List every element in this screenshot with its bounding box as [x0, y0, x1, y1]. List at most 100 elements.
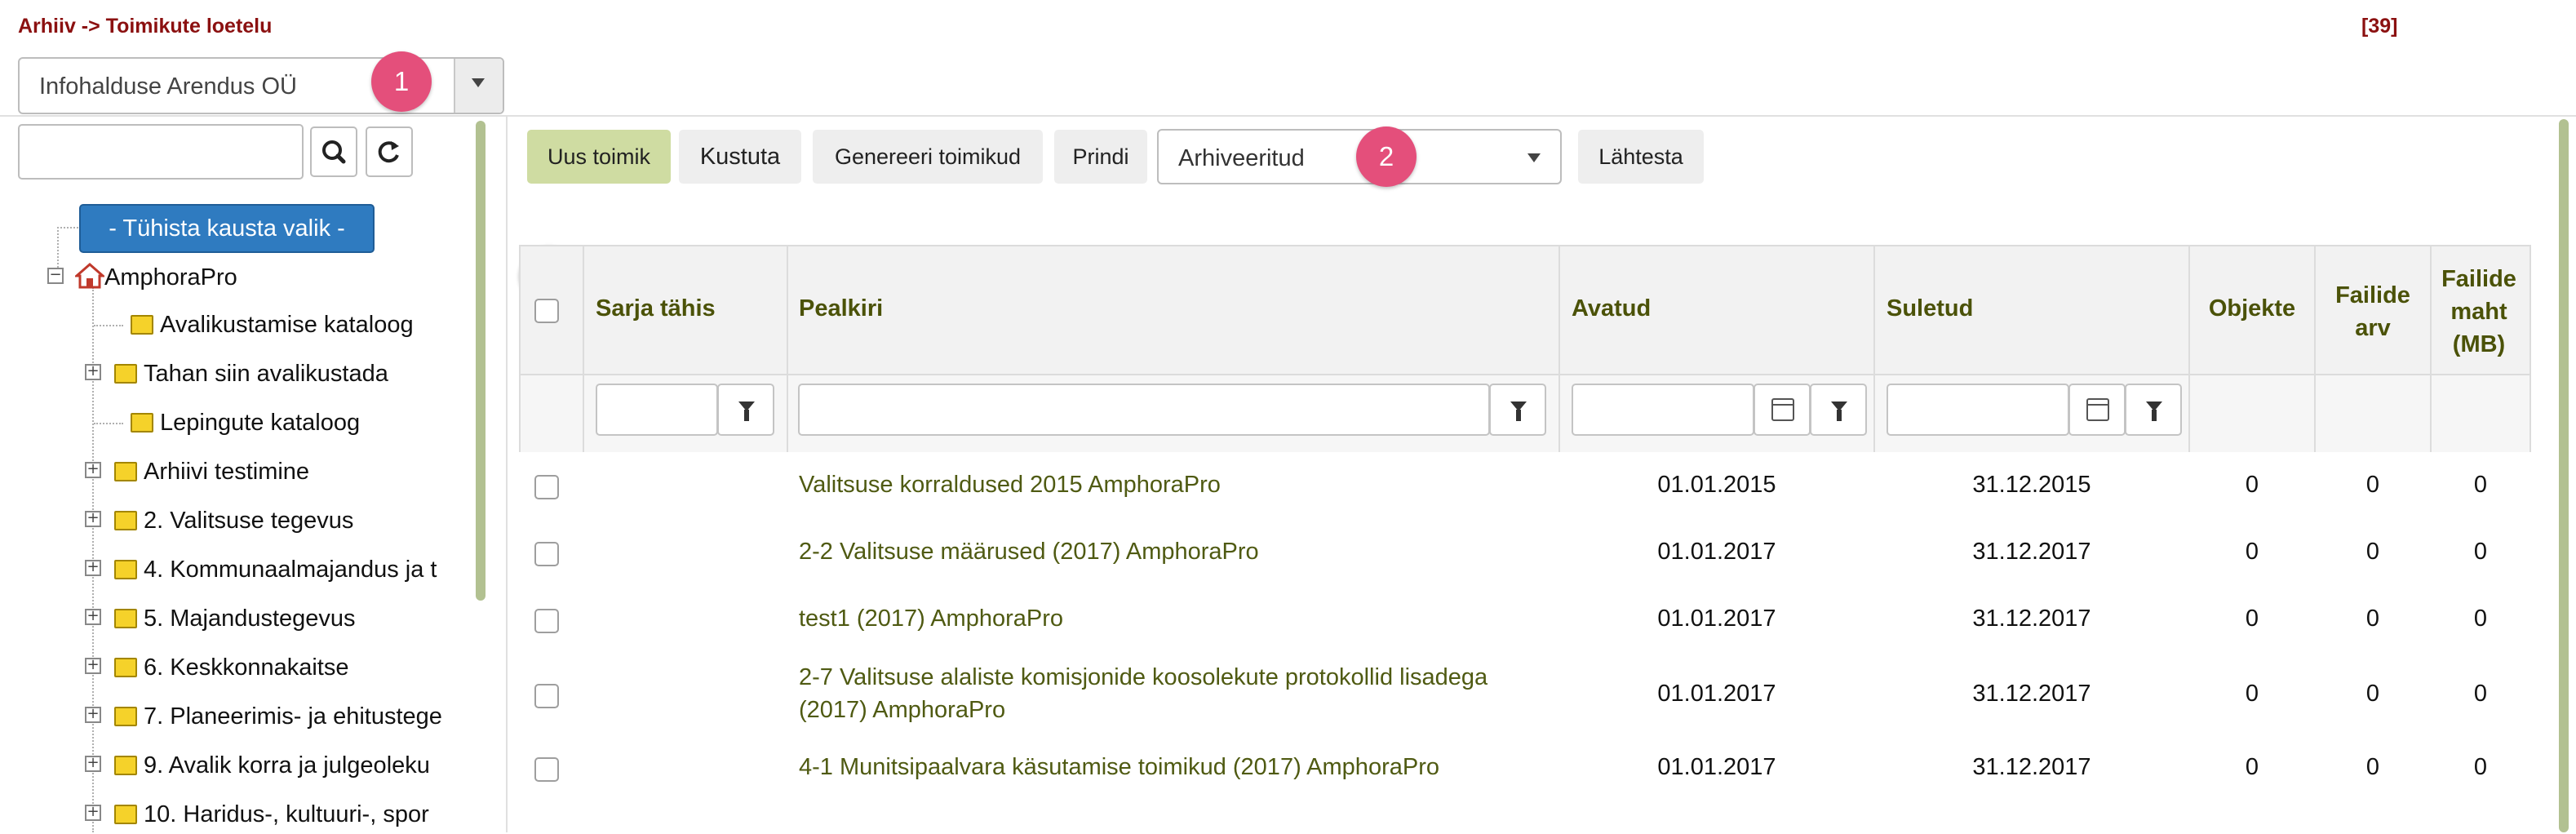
row-title[interactable]: Valitsuse korraldused 2015 AmphoraPro — [799, 468, 1541, 501]
tree-root-label: AmphoraPro — [104, 264, 237, 291]
clear-folder-selection-button[interactable]: - Tühista kausta valik - — [79, 204, 375, 253]
status-select-value: Arhiveeritud — [1178, 145, 1305, 171]
content-scrollbar[interactable] — [2559, 119, 2569, 832]
filter-opened-calendar-button[interactable] — [1754, 384, 1811, 436]
expand-icon[interactable]: + — [85, 658, 101, 674]
folder-icon — [114, 560, 137, 579]
row-objects: 0 — [2245, 472, 2259, 498]
table-row[interactable]: 4-1 Munitsipaalvara käsutamise toimikud … — [519, 734, 2531, 803]
tree-search-button[interactable] — [310, 126, 357, 177]
filter-opened-input[interactable] — [1572, 384, 1754, 436]
reset-button[interactable]: Lähtesta — [1578, 130, 1704, 184]
row-file-size: 0 — [2473, 472, 2488, 498]
row-opened: 01.01.2017 — [1657, 606, 1776, 632]
expand-icon[interactable]: + — [85, 511, 101, 527]
row-objects: 0 — [2245, 754, 2259, 780]
filter-closed-calendar-button[interactable] — [2068, 384, 2126, 436]
row-checkbox[interactable] — [534, 757, 559, 782]
row-checkbox[interactable] — [534, 475, 559, 499]
folder-icon — [114, 707, 137, 726]
tree-item[interactable]: 7. Planeerimis- ja ehitustege — [114, 703, 472, 730]
table-row[interactable]: 2-2 Valitsuse määrused (2017) AmphoraPro… — [519, 519, 2531, 588]
row-title[interactable]: 2-7 Valitsuse alaliste komisjonide kooso… — [799, 661, 1517, 726]
tree-scrollbar[interactable] — [476, 121, 485, 601]
filter-series-button[interactable] — [717, 384, 774, 436]
row-title[interactable]: 4-1 Munitsipaalvara käsutamise toimikud … — [799, 751, 1541, 783]
expand-icon[interactable]: + — [85, 462, 101, 478]
folder-icon — [114, 756, 137, 775]
collapse-icon[interactable]: − — [47, 268, 64, 284]
tree-item[interactable]: 6. Keskkonnakaitse — [114, 654, 348, 681]
filter-series-input[interactable] — [596, 384, 718, 436]
expand-icon[interactable]: + — [85, 560, 101, 576]
tree-item[interactable]: Arhiivi testimine — [114, 459, 309, 486]
filter-icon — [738, 401, 755, 421]
table-row[interactable] — [519, 801, 2531, 834]
header-divider — [0, 115, 2576, 117]
tree-item[interactable]: 2. Valitsuse tegevus — [114, 508, 353, 535]
column-header-objects[interactable]: Objekte — [2190, 295, 2314, 322]
table-row[interactable]: test1 (2017) AmphoraPro 01.01.2017 31.12… — [519, 586, 2531, 654]
tree-item[interactable]: 4. Kommunaalmajandus ja t — [114, 557, 472, 583]
filter-opened-button[interactable] — [1810, 384, 1867, 436]
row-file-size: 0 — [2473, 681, 2488, 707]
filter-closed-input[interactable] — [1887, 384, 2069, 436]
filter-title-input[interactable] — [798, 384, 1490, 436]
filter-title-button[interactable] — [1489, 384, 1546, 436]
delete-button[interactable]: Kustuta — [679, 130, 801, 184]
expand-icon[interactable]: + — [85, 756, 101, 772]
tree-item[interactable]: Avalikustamise kataloog — [131, 312, 414, 339]
folder-icon — [114, 364, 137, 384]
breadcrumb: Arhiiv -> Toimikute loetelu — [18, 15, 273, 38]
column-header-closed[interactable]: Suletud — [1887, 295, 1973, 322]
calendar-icon — [1771, 398, 1794, 421]
table-row[interactable]: Valitsuse korraldused 2015 AmphoraPro 01… — [519, 452, 2531, 521]
row-closed: 31.12.2015 — [1972, 472, 2091, 498]
filter-icon — [1831, 401, 1847, 421]
column-header-file-count[interactable]: Failide arv — [2321, 279, 2425, 344]
column-header-series[interactable]: Sarja tähis — [596, 295, 716, 322]
dropdown-arrow-icon[interactable] — [454, 59, 503, 113]
row-opened: 01.01.2015 — [1657, 472, 1776, 498]
cases-grid: Sarja tähis Pealkiri Avatud 3 Suletud Ob… — [519, 245, 2531, 834]
tree-root-amphorapro[interactable]: AmphoraPro — [73, 263, 237, 291]
search-icon — [322, 140, 346, 164]
table-row[interactable]: 2-7 Valitsuse alaliste komisjonide kooso… — [519, 653, 2531, 736]
row-opened: 01.01.2017 — [1657, 681, 1776, 707]
expand-icon[interactable]: + — [85, 805, 101, 821]
tree-line — [57, 227, 78, 228]
organization-select-value: Infohalduse Arendus OÜ — [39, 73, 297, 100]
home-icon — [73, 263, 106, 289]
tree-item[interactable]: 9. Avalik korra ja julgeoleku — [114, 752, 472, 779]
tree-search-input[interactable] — [18, 124, 304, 180]
row-title[interactable]: 2-2 Valitsuse määrused (2017) AmphoraPro — [799, 535, 1541, 568]
tree-line — [94, 423, 123, 424]
generate-cases-button[interactable]: Genereeri toimikud — [813, 130, 1043, 184]
dropdown-arrow-icon — [1527, 153, 1541, 162]
tree-refresh-button[interactable] — [366, 126, 413, 177]
tree-item[interactable]: 10. Haridus-, kultuuri-, spor — [114, 801, 472, 828]
row-checkbox[interactable] — [534, 542, 559, 566]
new-case-button[interactable]: Uus toimik — [527, 130, 671, 184]
tree-item[interactable]: 5. Majandustegevus — [114, 606, 356, 632]
row-checkbox[interactable] — [534, 609, 559, 633]
expand-icon[interactable]: + — [85, 609, 101, 625]
column-header-file-size[interactable]: Failide maht (MB) — [2433, 263, 2525, 361]
row-checkbox[interactable] — [534, 684, 559, 708]
column-header-title[interactable]: Pealkiri — [799, 295, 883, 322]
filter-closed-button[interactable] — [2125, 384, 2182, 436]
expand-icon[interactable]: + — [85, 364, 101, 380]
row-title[interactable]: test1 (2017) AmphoraPro — [799, 602, 1541, 635]
row-file-size: 0 — [2473, 754, 2488, 780]
row-file-count: 0 — [2365, 472, 2380, 498]
folder-icon — [114, 511, 137, 530]
expand-icon[interactable]: + — [85, 707, 101, 723]
row-objects: 0 — [2245, 606, 2259, 632]
filter-icon — [2146, 401, 2162, 421]
tree-item[interactable]: Lepingute kataloog — [131, 410, 360, 437]
folder-icon — [131, 315, 153, 335]
select-all-checkbox[interactable] — [534, 299, 559, 323]
tree-item[interactable]: Tahan siin avalikustada — [114, 361, 388, 388]
column-header-opened[interactable]: Avatud — [1572, 295, 1651, 322]
print-button[interactable]: Prindi — [1054, 130, 1147, 184]
